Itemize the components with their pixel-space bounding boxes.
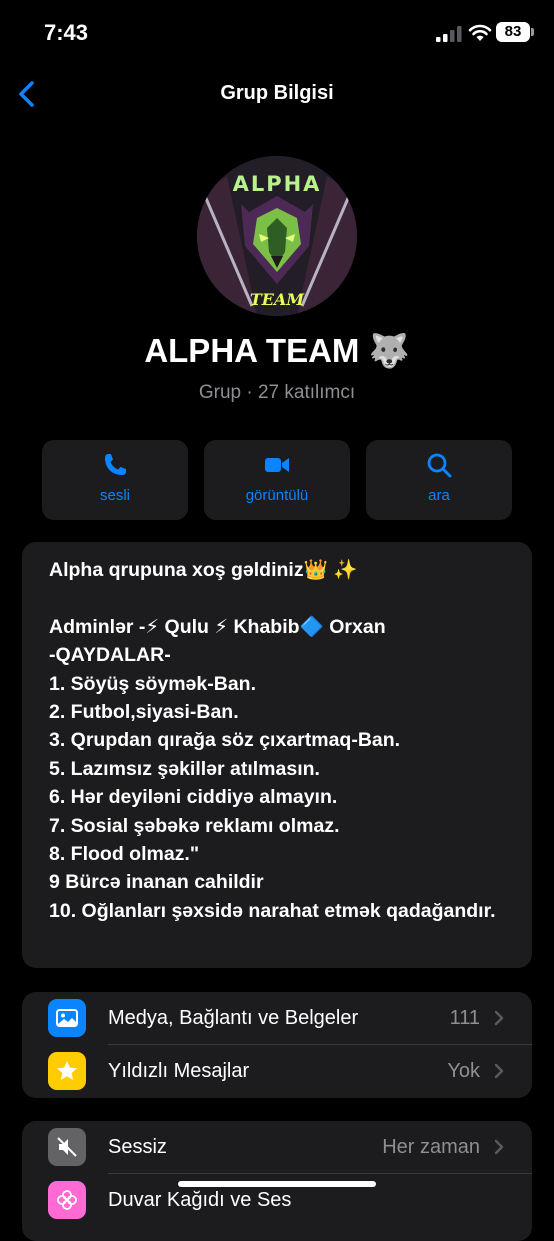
search-button[interactable]: ara (366, 440, 512, 520)
group-description: Alpha qrupuna xoş gəldiniz👑 ✨ Adminlər -… (49, 559, 496, 922)
video-call-button[interactable]: görüntülü (204, 440, 350, 520)
mute-row-value: Her zaman (382, 1136, 480, 1158)
mute-icon (48, 1128, 86, 1166)
status-bar: 7:43 83 (0, 0, 554, 66)
search-icon (427, 453, 452, 478)
mute-row-label: Sessiz (108, 1136, 167, 1158)
media-row-count: 111 (449, 1007, 480, 1029)
avatar-text-bottom: TEAM (249, 290, 305, 309)
group-description-card: Alpha qrupuna xoş gəldiniz👑 ✨ Adminlər -… (22, 542, 532, 968)
chevron-right-icon (494, 1063, 504, 1079)
photo-icon (48, 999, 86, 1037)
wallpaper-row-label: Duvar Kağıdı ve Ses (108, 1189, 292, 1211)
battery-tip (531, 28, 534, 36)
home-indicator[interactable] (178, 1181, 376, 1187)
page-title: Grup Bilgisi (220, 82, 334, 104)
media-section: Medya, Bağlantı ve Belgeler 111 Yıldızlı… (22, 992, 532, 1098)
navigation-bar: Grup Bilgisi (0, 66, 554, 122)
chevron-right-icon (494, 1139, 504, 1155)
battery-indicator: 83 (496, 22, 530, 42)
starred-messages-row[interactable]: Yıldızlı Mesajlar Yok (22, 1045, 532, 1097)
media-links-docs-row[interactable]: Medya, Bağlantı ve Belgeler 111 (22, 992, 532, 1044)
wifi-icon (468, 24, 492, 41)
video-icon (265, 458, 289, 472)
media-row-label: Medya, Bağlantı ve Belgeler (108, 1007, 359, 1029)
cellular-signal-icon (436, 26, 462, 42)
chevron-right-icon (494, 1010, 504, 1026)
search-label: ara (428, 487, 450, 504)
avatar-text-top: ALPHA (232, 172, 322, 196)
status-time: 7:43 (44, 20, 89, 45)
action-buttons: sesli görüntülü ara (42, 440, 512, 520)
flower-icon (48, 1181, 86, 1219)
starred-row-value: Yok (447, 1060, 480, 1082)
group-avatar[interactable]: ALPHA TEAM (197, 156, 357, 316)
audio-call-button[interactable]: sesli (42, 440, 188, 520)
phone-icon (105, 454, 126, 475)
group-subtitle: Grup · 27 katılımcı (198, 382, 356, 403)
group-name: ALPHA TEAM 🐺 (144, 332, 410, 369)
starred-row-label: Yıldızlı Mesajlar (108, 1060, 250, 1082)
mute-row[interactable]: Sessiz Her zaman (22, 1121, 532, 1173)
star-icon (48, 1052, 86, 1090)
video-call-label: görüntülü (245, 487, 309, 504)
audio-call-label: sesli (99, 487, 130, 504)
